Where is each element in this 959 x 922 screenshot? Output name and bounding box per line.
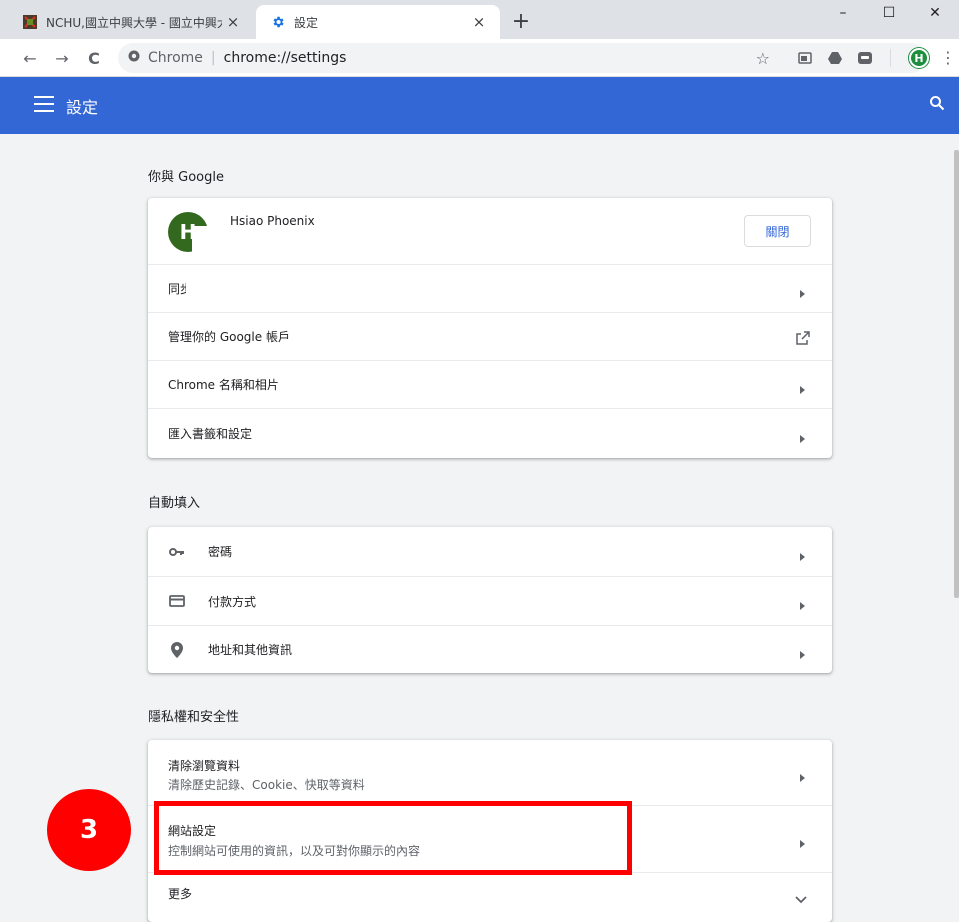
settings-row-addresses[interactable]: 地址和其他資訊	[148, 625, 832, 673]
arrow-right-icon	[797, 596, 807, 610]
sync-off-button[interactable]: 關閉	[744, 215, 811, 247]
tab-settings[interactable]: 設定 ×	[256, 5, 500, 39]
redaction-mask	[186, 278, 386, 302]
row-label: 管理你的 Google 帳戶	[168, 330, 290, 344]
arrow-right-icon	[797, 547, 807, 561]
gear-icon	[270, 14, 286, 30]
reload-button[interactable]: C	[84, 48, 104, 68]
settings-header: 設定	[0, 77, 959, 134]
tab-strip: NCHU,國立中興大學 - 國立中興大 × 設定 × + – ☐ ✕	[0, 0, 959, 39]
autofill-card: 密碼 付款方式 地址和其他資訊	[148, 527, 832, 673]
row-sublabel: 清除歷史記錄、Cookie、快取等資料	[168, 778, 365, 792]
settings-row-manage-account[interactable]: 管理你的 Google 帳戶	[148, 312, 832, 360]
bookmark-star-icon[interactable]: ☆	[756, 49, 770, 68]
chrome-menu-icon[interactable]: ⋮	[940, 48, 956, 68]
you-and-google-card: H Hsiao Phoenix 關閉 同步 管理你的 Google 帳戶 Chr…	[148, 198, 832, 458]
tab-close-icon[interactable]: ×	[222, 11, 244, 33]
hamburger-menu-icon[interactable]	[34, 96, 54, 114]
settings-row-more[interactable]: 更多	[148, 872, 832, 914]
arrow-right-icon	[797, 429, 807, 443]
arrow-right-icon	[797, 645, 807, 659]
arrow-right-icon	[797, 380, 807, 394]
highlight-box	[154, 801, 632, 875]
new-tab-button[interactable]: +	[508, 10, 534, 36]
omnibox-chrome-label: Chrome	[148, 50, 203, 66]
row-label: 匯入書籤和設定	[168, 427, 253, 441]
key-icon	[168, 543, 186, 561]
row-label: 清除瀏覽資料	[168, 759, 241, 773]
chevron-down-icon	[795, 889, 807, 903]
back-button[interactable]: ←	[20, 48, 40, 68]
search-icon[interactable]	[929, 95, 947, 113]
section-title-autofill: 自動填入	[148, 496, 201, 511]
row-label: 地址和其他資訊	[208, 643, 293, 657]
tab-nchu[interactable]: NCHU,國立中興大學 - 國立中興大 ×	[8, 5, 254, 39]
arrow-right-icon	[797, 768, 807, 782]
location-pin-icon	[168, 641, 186, 659]
minimize-button[interactable]: –	[820, 0, 866, 26]
toolbar-divider	[890, 49, 891, 67]
forward-button[interactable]: →	[52, 48, 72, 68]
profile-avatar[interactable]: H	[909, 48, 929, 68]
cast-extension-icon[interactable]	[796, 49, 814, 67]
row-label: 付款方式	[208, 594, 257, 609]
tab-title: NCHU,國立中興大學 - 國立中興大	[46, 15, 222, 30]
credit-card-icon	[168, 592, 186, 610]
maximize-button[interactable]: ☐	[866, 0, 912, 26]
chrome-site-icon	[128, 50, 140, 66]
tab-close-icon[interactable]: ×	[468, 11, 490, 33]
row-label: Chrome 名稱和相片	[168, 378, 279, 392]
settings-row-payment-methods[interactable]: 付款方式	[148, 576, 832, 625]
section-title-privacy: 隱私權和安全性	[148, 710, 240, 725]
scrollbar-thumb[interactable]	[954, 150, 959, 598]
account-name: Hsiao Phoenix	[230, 214, 315, 228]
settings-row-passwords[interactable]: 密碼	[148, 527, 832, 576]
row-label: 更多	[168, 887, 193, 901]
tab-title: 設定	[294, 15, 319, 30]
omnibox-url: chrome://settings	[223, 50, 347, 66]
omnibox-separator: |	[210, 50, 216, 66]
arrow-right-icon	[797, 834, 807, 848]
step-number-badge: 3	[47, 789, 131, 871]
settings-row-clear-browsing-data[interactable]: 清除瀏覽資料 清除歷史記錄、Cookie、快取等資料	[148, 740, 832, 805]
arrow-right-icon	[797, 284, 807, 298]
drive-extension-icon[interactable]	[826, 49, 844, 67]
row-label: 密碼	[208, 545, 233, 559]
window-close-button[interactable]: ✕	[912, 0, 958, 26]
section-title-you-and-google: 你與 Google	[148, 170, 224, 185]
page-title: 設定	[66, 98, 99, 117]
browser-toolbar: ← → C Chrome | chrome://settings ☆ H ⋮	[0, 39, 959, 77]
chat-extension-icon[interactable]	[856, 49, 874, 67]
open-in-new-icon	[796, 330, 810, 345]
redaction-mask	[192, 226, 468, 262]
settings-row-import-bookmarks[interactable]: 匯入書籤和設定	[148, 408, 832, 458]
nchu-favicon-icon	[22, 14, 38, 30]
settings-row-chrome-name-photo[interactable]: Chrome 名稱和相片	[148, 360, 832, 408]
